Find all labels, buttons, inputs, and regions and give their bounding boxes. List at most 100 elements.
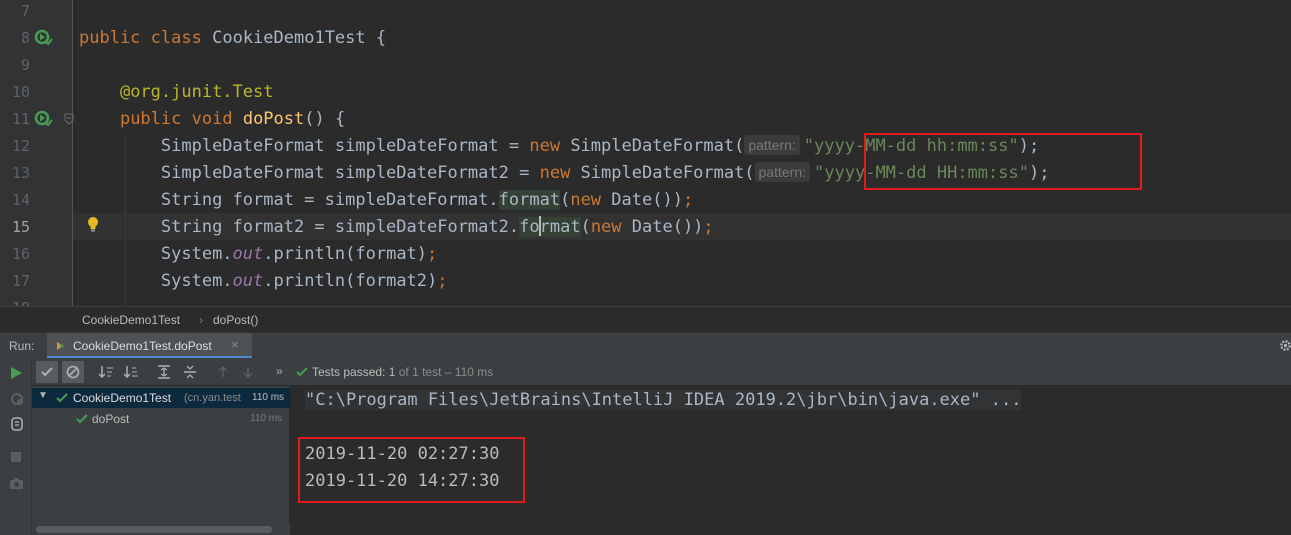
expand-all-icon	[158, 365, 170, 379]
keyword: new	[590, 217, 622, 237]
sort-alpha-button[interactable]	[95, 361, 117, 383]
code-editor[interactable]: 7 8 9 10 11 12 13 14 15 16 17 18	[0, 0, 1291, 306]
code-line-14: String format = simpleDateFormat.format(…	[79, 187, 693, 214]
rerun-icon[interactable]	[9, 366, 23, 380]
code-line-17: System.out.println(format2);	[79, 268, 448, 295]
editor-gutter: 7 8 9 10 11 12 13 14 15 16 17 18	[0, 0, 74, 306]
code-line-8: public class CookieDemo1Test {	[79, 25, 386, 52]
settings-gear-icon[interactable]	[1279, 339, 1291, 352]
line-number: 14	[11, 191, 30, 209]
close-tab-icon[interactable]: ×	[231, 337, 239, 352]
line-number: 10	[11, 83, 30, 101]
run-label: Run:	[9, 339, 35, 353]
status-detail: of 1 test – 110 ms	[398, 365, 494, 379]
code-line-15: String format2 = simpleDateFormat2.forma…	[79, 214, 714, 241]
code-text: {	[365, 28, 387, 48]
previous-failed-button[interactable]	[212, 361, 234, 383]
camera-icon[interactable]	[9, 476, 24, 490]
keyword: new	[529, 136, 561, 156]
test-tab-icon	[57, 342, 65, 350]
collapse-all-icon	[184, 365, 196, 379]
expand-all-button[interactable]	[153, 361, 175, 383]
rerun-failed-icon[interactable]	[9, 391, 25, 407]
semicolon: ;	[437, 271, 448, 291]
code-text: String format2 = simpleDateFormat2.	[160, 217, 520, 237]
run-test-class-icon[interactable]	[33, 28, 53, 48]
tree-row-root[interactable]: ▼ CookieDemo1Test (cn.yan.test 110 ms	[32, 388, 290, 408]
code-text: .println(format)	[263, 244, 428, 264]
sort-duration-button[interactable]	[120, 361, 142, 383]
line-number: 16	[11, 245, 30, 263]
show-passed-toggle[interactable]	[36, 361, 58, 383]
console-command-line: "C:\Program Files\JetBrains\IntelliJ IDE…	[305, 390, 1022, 410]
method-part: fo	[519, 217, 540, 237]
code-line-16: System.out.println(format);	[79, 241, 437, 268]
next-failed-button[interactable]	[237, 361, 259, 383]
keyword: public	[119, 109, 182, 129]
breadcrumb: CookieDemo1Test › doPost()	[0, 306, 1291, 332]
pattern-highlight-box	[864, 133, 1142, 190]
passed-check-icon	[76, 414, 88, 424]
test-status: Tests passed: 1 of 1 test – 110 ms	[312, 365, 493, 379]
keyword: class	[150, 28, 202, 48]
tree-root-time: 110 ms	[252, 392, 285, 403]
code-text: SimpleDateFormat simpleDateFormat =	[160, 136, 530, 156]
semicolon: ;	[682, 190, 694, 210]
ignored-icon	[66, 365, 80, 379]
output-highlight-box	[298, 437, 525, 503]
code-text: .println(format2)	[263, 271, 438, 291]
sort-duration-icon	[123, 366, 138, 379]
parameter-hint: pattern:	[744, 135, 800, 155]
status-prefix: Tests passed:	[312, 365, 386, 379]
toggle-autotest-icon[interactable]	[9, 416, 25, 432]
check-icon	[41, 367, 53, 377]
static-field: out	[232, 244, 264, 264]
code-text: SimpleDateFormat simpleDateFormat2 =	[160, 163, 540, 183]
tree-method-label: doPost	[92, 412, 130, 426]
run-side-toolbar	[0, 358, 32, 535]
run-tab[interactable]: CookieDemo1Test.doPost ×	[47, 333, 252, 359]
run-test-method-icon[interactable]	[33, 109, 53, 129]
annotation: @org.junit.	[119, 82, 233, 102]
code-text: (	[580, 217, 591, 237]
more-icon[interactable]: »	[276, 364, 283, 378]
fold-icon[interactable]	[64, 113, 74, 125]
code-line-10: @org.junit.Test	[79, 79, 274, 106]
breadcrumb-class[interactable]: CookieDemo1Test	[82, 313, 180, 327]
semicolon: ;	[427, 244, 438, 264]
passed-check-icon	[56, 393, 68, 403]
keyword: public	[79, 28, 141, 48]
class-name: CookieDemo1Test	[212, 28, 366, 48]
breadcrumb-method[interactable]: doPost()	[213, 313, 258, 327]
code-text: System.	[160, 271, 233, 291]
line-number: 12	[11, 137, 30, 155]
tree-scrollbar[interactable]	[32, 524, 290, 535]
run-tool-window-header: Run: CookieDemo1Test.doPost ×	[0, 332, 1291, 359]
code-text: (	[560, 190, 571, 210]
collapse-all-button[interactable]	[179, 361, 201, 383]
code-text: () {	[304, 109, 346, 129]
method-part: rmat	[539, 217, 581, 237]
line-number: 13	[11, 164, 30, 182]
line-number: 7	[20, 2, 30, 20]
keyword: void	[191, 109, 233, 129]
code-line-11: public void doPost() {	[79, 106, 345, 133]
console-output[interactable]: "C:\Program Files\JetBrains\IntelliJ IDE…	[291, 386, 1291, 535]
code-text: SimpleDateFormat(	[570, 163, 755, 183]
code-text: SimpleDateFormat(	[560, 136, 745, 156]
annotation-name: Test	[232, 82, 274, 102]
expand-arrow-icon[interactable]: ▼	[38, 390, 48, 401]
arrow-down-icon	[243, 367, 253, 379]
static-field: out	[232, 271, 264, 291]
run-toolbar: » Tests passed: 1 of 1 test – 110 ms	[0, 358, 1291, 386]
line-number: 18	[0, 295, 30, 306]
status-count: 1	[388, 365, 396, 379]
tree-root-label: CookieDemo1Test	[73, 391, 172, 405]
show-ignored-toggle[interactable]	[62, 361, 84, 383]
semicolon: ;	[703, 217, 714, 237]
stop-icon[interactable]	[10, 451, 22, 463]
test-results-tree: ▼ CookieDemo1Test (cn.yan.test 110 ms do…	[32, 386, 290, 535]
scrollbar-thumb[interactable]	[36, 526, 272, 533]
run-tab-label: CookieDemo1Test.doPost	[73, 339, 212, 353]
tree-row-method[interactable]: doPost 110 ms	[32, 409, 290, 429]
